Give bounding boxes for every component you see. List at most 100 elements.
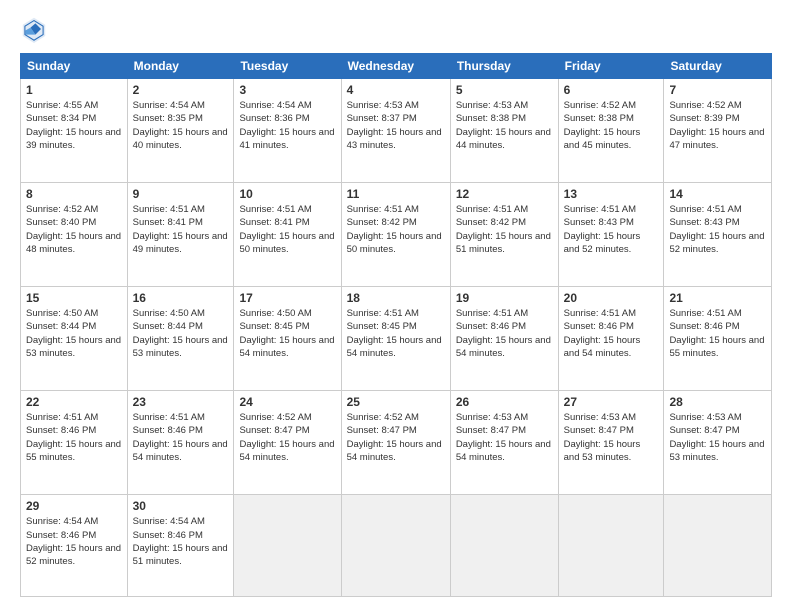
day-number: 4 — [347, 83, 445, 97]
day-number: 5 — [456, 83, 553, 97]
day-info: Sunrise: 4:53 AMSunset: 8:47 PMDaylight:… — [669, 411, 766, 464]
day-info: Sunrise: 4:54 AMSunset: 8:46 PMDaylight:… — [26, 515, 122, 568]
day-info: Sunrise: 4:51 AMSunset: 8:46 PMDaylight:… — [26, 411, 122, 464]
calendar-cell: 12 Sunrise: 4:51 AMSunset: 8:42 PMDayligh… — [450, 183, 558, 287]
day-info: Sunrise: 4:52 AMSunset: 8:47 PMDaylight:… — [239, 411, 335, 464]
day-number: 9 — [133, 187, 229, 201]
calendar-week-3: 15 Sunrise: 4:50 AMSunset: 8:44 PMDayligh… — [21, 287, 772, 391]
page: SundayMondayTuesdayWednesdayThursdayFrid… — [0, 0, 792, 612]
day-header-tuesday: Tuesday — [234, 54, 341, 79]
calendar-cell: 23Sunrise: 4:51 AMSunset: 8:46 PMDayligh… — [127, 391, 234, 495]
day-number: 16 — [133, 291, 229, 305]
day-info: Sunrise: 4:51 AMSunset: 8:43 PMDaylight:… — [669, 203, 766, 256]
logo — [20, 15, 53, 43]
day-info: Sunrise: 4:50 AMSunset: 8:45 PMDaylight:… — [239, 307, 335, 360]
calendar-cell — [234, 495, 341, 597]
day-number: 25 — [347, 395, 445, 409]
day-info: Sunrise: 4:51 AMSunset: 8:46 PMDaylight:… — [669, 307, 766, 360]
day-number: 10 — [239, 187, 335, 201]
calendar-cell: 18 Sunrise: 4:51 AMSunset: 8:45 PMDayligh… — [341, 287, 450, 391]
calendar-cell: 5 Sunrise: 4:53 AMSunset: 8:38 PMDaylight… — [450, 79, 558, 183]
calendar-cell: 14 Sunrise: 4:51 AMSunset: 8:43 PMDayligh… — [664, 183, 772, 287]
day-header-friday: Friday — [558, 54, 664, 79]
day-info: Sunrise: 4:55 AMSunset: 8:34 PMDaylight:… — [26, 99, 122, 152]
calendar-header-row: SundayMondayTuesdayWednesdayThursdayFrid… — [21, 54, 772, 79]
calendar-cell: 20 Sunrise: 4:51 AMSunset: 8:46 PMDayligh… — [558, 287, 664, 391]
calendar-cell: 27 Sunrise: 4:53 AMSunset: 8:47 PMDayligh… — [558, 391, 664, 495]
calendar-cell: 10 Sunrise: 4:51 AMSunset: 8:41 PMDayligh… — [234, 183, 341, 287]
day-header-sunday: Sunday — [21, 54, 128, 79]
day-info: Sunrise: 4:51 AMSunset: 8:45 PMDaylight:… — [347, 307, 445, 360]
day-number: 30 — [133, 499, 229, 513]
calendar-week-4: 22 Sunrise: 4:51 AMSunset: 8:46 PMDayligh… — [21, 391, 772, 495]
calendar-cell: 13 Sunrise: 4:51 AMSunset: 8:43 PMDayligh… — [558, 183, 664, 287]
day-number: 13 — [564, 187, 659, 201]
day-number: 20 — [564, 291, 659, 305]
calendar-cell: 7Sunrise: 4:52 AMSunset: 8:39 PMDaylight… — [664, 79, 772, 183]
calendar-week-2: 8Sunrise: 4:52 AMSunset: 8:40 PMDaylight… — [21, 183, 772, 287]
calendar-cell: 25 Sunrise: 4:52 AMSunset: 8:47 PMDayligh… — [341, 391, 450, 495]
calendar-cell: 29Sunrise: 4:54 AMSunset: 8:46 PMDayligh… — [21, 495, 128, 597]
day-info: Sunrise: 4:51 AMSunset: 8:42 PMDaylight:… — [456, 203, 553, 256]
day-info: Sunrise: 4:54 AMSunset: 8:36 PMDaylight:… — [239, 99, 335, 152]
calendar: SundayMondayTuesdayWednesdayThursdayFrid… — [20, 53, 772, 597]
day-info: Sunrise: 4:54 AMSunset: 8:35 PMDaylight:… — [133, 99, 229, 152]
day-number: 1 — [26, 83, 122, 97]
day-number: 14 — [669, 187, 766, 201]
day-number: 15 — [26, 291, 122, 305]
calendar-cell: 9 Sunrise: 4:51 AMSunset: 8:41 PMDaylight… — [127, 183, 234, 287]
day-number: 28 — [669, 395, 766, 409]
day-info: Sunrise: 4:51 AMSunset: 8:46 PMDaylight:… — [564, 307, 659, 360]
calendar-cell: 8Sunrise: 4:52 AMSunset: 8:40 PMDaylight… — [21, 183, 128, 287]
day-number: 26 — [456, 395, 553, 409]
calendar-cell: 24 Sunrise: 4:52 AMSunset: 8:47 PMDayligh… — [234, 391, 341, 495]
day-number: 19 — [456, 291, 553, 305]
calendar-cell: 4 Sunrise: 4:53 AMSunset: 8:37 PMDaylight… — [341, 79, 450, 183]
day-number: 2 — [133, 83, 229, 97]
day-info: Sunrise: 4:52 AMSunset: 8:38 PMDaylight:… — [564, 99, 659, 152]
day-info: Sunrise: 4:53 AMSunset: 8:47 PMDaylight:… — [564, 411, 659, 464]
calendar-cell: 21Sunrise: 4:51 AMSunset: 8:46 PMDayligh… — [664, 287, 772, 391]
calendar-cell: 2 Sunrise: 4:54 AMSunset: 8:35 PMDaylight… — [127, 79, 234, 183]
calendar-cell: 28 Sunrise: 4:53 AMSunset: 8:47 PMDayligh… — [664, 391, 772, 495]
day-info: Sunrise: 4:51 AMSunset: 8:41 PMDaylight:… — [239, 203, 335, 256]
day-info: Sunrise: 4:50 AMSunset: 8:44 PMDaylight:… — [133, 307, 229, 360]
day-number: 27 — [564, 395, 659, 409]
calendar-cell: 17 Sunrise: 4:50 AMSunset: 8:45 PMDayligh… — [234, 287, 341, 391]
day-info: Sunrise: 4:53 AMSunset: 8:37 PMDaylight:… — [347, 99, 445, 152]
calendar-cell — [558, 495, 664, 597]
day-info: Sunrise: 4:53 AMSunset: 8:47 PMDaylight:… — [456, 411, 553, 464]
calendar-cell — [664, 495, 772, 597]
calendar-week-5: 29Sunrise: 4:54 AMSunset: 8:46 PMDayligh… — [21, 495, 772, 597]
calendar-cell: 22 Sunrise: 4:51 AMSunset: 8:46 PMDayligh… — [21, 391, 128, 495]
day-info: Sunrise: 4:52 AMSunset: 8:40 PMDaylight:… — [26, 203, 122, 256]
day-header-monday: Monday — [127, 54, 234, 79]
calendar-cell: 16 Sunrise: 4:50 AMSunset: 8:44 PMDayligh… — [127, 287, 234, 391]
day-info: Sunrise: 4:51 AMSunset: 8:46 PMDaylight:… — [456, 307, 553, 360]
calendar-cell — [341, 495, 450, 597]
day-info: Sunrise: 4:53 AMSunset: 8:38 PMDaylight:… — [456, 99, 553, 152]
calendar-cell: 6 Sunrise: 4:52 AMSunset: 8:38 PMDaylight… — [558, 79, 664, 183]
day-number: 6 — [564, 83, 659, 97]
header — [20, 15, 772, 43]
day-number: 22 — [26, 395, 122, 409]
day-number: 24 — [239, 395, 335, 409]
day-number: 12 — [456, 187, 553, 201]
calendar-cell: 26 Sunrise: 4:53 AMSunset: 8:47 PMDayligh… — [450, 391, 558, 495]
day-info: Sunrise: 4:51 AMSunset: 8:43 PMDaylight:… — [564, 203, 659, 256]
calendar-cell: 30 Sunrise: 4:54 AMSunset: 8:46 PMDayligh… — [127, 495, 234, 597]
day-header-thursday: Thursday — [450, 54, 558, 79]
day-info: Sunrise: 4:52 AMSunset: 8:39 PMDaylight:… — [669, 99, 766, 152]
day-info: Sunrise: 4:52 AMSunset: 8:47 PMDaylight:… — [347, 411, 445, 464]
calendar-cell: 15Sunrise: 4:50 AMSunset: 8:44 PMDayligh… — [21, 287, 128, 391]
day-info: Sunrise: 4:51 AMSunset: 8:42 PMDaylight:… — [347, 203, 445, 256]
calendar-cell: 11 Sunrise: 4:51 AMSunset: 8:42 PMDayligh… — [341, 183, 450, 287]
day-info: Sunrise: 4:54 AMSunset: 8:46 PMDaylight:… — [133, 515, 229, 568]
day-number: 11 — [347, 187, 445, 201]
day-number: 18 — [347, 291, 445, 305]
day-header-wednesday: Wednesday — [341, 54, 450, 79]
day-info: Sunrise: 4:51 AMSunset: 8:41 PMDaylight:… — [133, 203, 229, 256]
calendar-cell — [450, 495, 558, 597]
logo-icon — [20, 15, 48, 43]
day-number: 17 — [239, 291, 335, 305]
